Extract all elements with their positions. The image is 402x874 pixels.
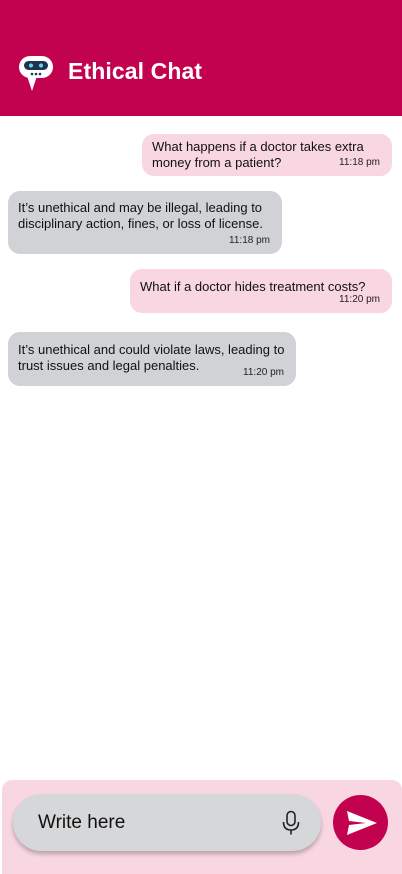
message-bubble-received: It’s unethical and may be illegal, leadi… [8,191,282,254]
message-bubble-received: It’s unethical and could violate laws, l… [8,332,296,386]
chat-app: Ethical Chat What happens if a doctor ta… [0,0,402,874]
message-bubble-sent: What if a doctor hides treatment costs? … [130,269,392,313]
message-composer [2,780,402,874]
message-bubble-sent: What happens if a doctor takes extra mon… [142,134,392,176]
message-time: 11:18 pm [229,235,270,246]
app-title: Ethical Chat [68,58,203,84]
microphone-icon[interactable] [281,810,301,836]
message-input[interactable] [38,808,268,838]
message-time: 11:18 pm [339,157,380,168]
chat-robot-icon [19,56,53,91]
message-text: It’s unethical and may be illegal, leadi… [18,200,263,231]
message-time: 11:20 pm [339,294,380,305]
message-input-container [13,794,321,851]
app-header: Ethical Chat [0,0,402,116]
message-time: 11:20 pm [243,367,284,378]
send-icon [347,811,377,835]
send-button[interactable] [333,795,388,850]
